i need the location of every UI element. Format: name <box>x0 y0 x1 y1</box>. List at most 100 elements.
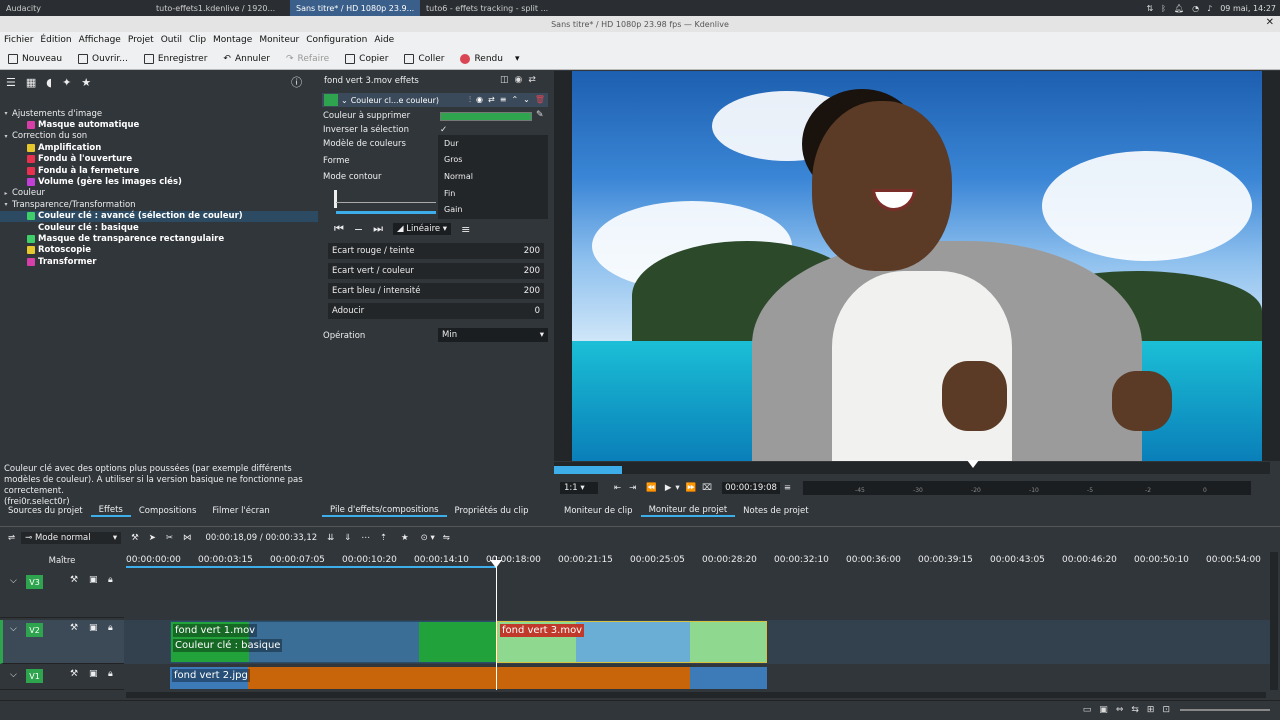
tab-effect-stack[interactable]: Pile d'effets/compositions <box>322 505 447 517</box>
monitor-ruler[interactable] <box>554 462 1270 474</box>
option-gros[interactable]: Gros <box>438 152 548 169</box>
collapse-icon[interactable]: ⌄ <box>341 96 348 105</box>
menu-montage[interactable]: Montage <box>209 35 255 45</box>
list-icon[interactable]: ☰ <box>6 76 16 89</box>
custom-icon[interactable]: ✦ <box>62 76 71 89</box>
effect-header[interactable]: ⌄ Couleur cl...e couleur) ⫶ ◉ ⇄ ≡ ⌃ ⌄ 🗑︎ <box>322 93 548 107</box>
compare-icon[interactable]: ⇄ <box>488 95 495 105</box>
tab-project-notes[interactable]: Notes de projet <box>735 506 816 516</box>
slider-value[interactable]: 200 <box>524 266 540 276</box>
menu-clip[interactable]: Clip <box>185 35 209 45</box>
lock-icon[interactable]: 🔒︎ <box>108 669 113 679</box>
tree-category[interactable]: ▾ Correction du son <box>0 131 318 142</box>
taskbar-item-kdenlive[interactable]: Sans titre* / HD 1080p 23.9... <box>290 0 420 16</box>
set-out-icon[interactable]: ⇥ <box>629 483 636 493</box>
fit-icon[interactable]: ⇔ <box>1116 705 1124 715</box>
copy-button[interactable]: Copier <box>337 48 396 70</box>
undo-button[interactable]: ↶ Annuler <box>215 48 278 70</box>
clip-fond-vert-1[interactable]: fond vert 1.mov Couleur clé : basique <box>170 621 497 663</box>
lock-icon[interactable]: 🔒︎ <box>108 575 113 585</box>
volume-icon[interactable]: ♪ <box>1207 4 1212 13</box>
clip-fond-vert-3[interactable]: fond vert 3.mov <box>497 621 767 663</box>
effect-icon[interactable]: ⚒ <box>70 575 78 585</box>
snap-icon[interactable]: ⊙ ▾ <box>421 533 435 543</box>
eyedropper-icon[interactable]: ✎ <box>536 110 544 120</box>
menu-affichage[interactable]: Affichage <box>75 35 124 45</box>
operation-select[interactable]: Min ▾ <box>438 328 548 342</box>
menu-fichier[interactable]: Fichier <box>0 35 36 45</box>
track-header-v2[interactable]: ⌵ V2 ⚒ ▣ 🔒︎ <box>0 620 124 664</box>
track-header-v3[interactable]: ⌵ V3 ⚒ ▣ 🔒︎ <box>0 572 124 618</box>
menu-edition[interactable]: Édition <box>36 35 74 45</box>
tree-category[interactable]: ▾ Ajustements d'image <box>0 108 318 119</box>
timeline-playhead[interactable] <box>496 556 497 690</box>
enable-checkbox[interactable] <box>324 94 338 106</box>
tab-project-monitor[interactable]: Moniteur de projet <box>640 505 736 517</box>
menu-configuration[interactable]: Configuration <box>302 35 370 45</box>
tree-effect-item[interactable]: Fondu à la fermeture <box>0 165 318 176</box>
slider-value[interactable]: 200 <box>524 286 540 296</box>
tab-screen-grab[interactable]: Filmer l'écran <box>204 506 277 516</box>
razor-icon[interactable]: ⚒ <box>131 533 139 543</box>
timecode[interactable]: 00:00:19:08 <box>722 482 780 494</box>
collapse-icon[interactable]: ⌵ <box>10 670 17 680</box>
effect-icon[interactable]: ⚒ <box>70 623 78 633</box>
track-v3[interactable] <box>124 572 1270 618</box>
tree-category[interactable]: ▾ Transparence/Transformation <box>0 199 318 210</box>
menu-aide[interactable]: Aide <box>370 35 397 45</box>
menu-icon[interactable]: ≡ <box>784 483 791 493</box>
video-icon[interactable]: ▦ <box>26 76 36 89</box>
menu-icon[interactable]: ≡ <box>461 223 470 236</box>
select-tool-icon[interactable]: ➤ <box>149 533 156 543</box>
paste-button[interactable]: Coller <box>396 48 452 70</box>
spacer-tool-icon[interactable]: ⋈ <box>183 533 192 543</box>
tree-effect-item[interactable]: Amplification <box>0 142 318 153</box>
video-icon[interactable]: ▣ <box>89 669 98 679</box>
option-gain[interactable]: Gain <box>438 201 548 218</box>
render-button[interactable]: Rendu ▾ <box>452 48 527 70</box>
track-label[interactable]: V2 <box>26 623 43 637</box>
notification-icon[interactable]: 🔔︎ <box>1174 4 1184 13</box>
set-in-icon[interactable]: ⇤ <box>614 483 621 493</box>
taskbar-item-audacity[interactable]: Audacity <box>0 0 150 16</box>
option-fin[interactable]: Fin <box>438 185 548 202</box>
play-icon[interactable]: ▶ <box>665 483 672 493</box>
monitor-zone[interactable] <box>554 466 622 474</box>
eye-icon[interactable]: ◉ <box>515 75 523 85</box>
edge-mode-dropdown[interactable]: Dur Gros Normal Fin Gain <box>438 135 548 219</box>
down-icon[interactable]: ⌄ <box>523 95 530 105</box>
track-menu-icon[interactable]: ⇌ <box>8 533 15 543</box>
delete-icon[interactable]: 🗑︎ <box>535 95 545 105</box>
tab-project-sources[interactable]: Sources du projet <box>0 506 91 516</box>
expand-icon[interactable]: ▾ <box>0 110 12 117</box>
color-swatch[interactable] <box>440 112 532 121</box>
redo-button[interactable]: ↷ Refaire <box>278 48 337 70</box>
tab-compositions[interactable]: Compositions <box>131 506 205 516</box>
close-icon[interactable]: ✕ <box>1266 17 1274 28</box>
track-header-v1[interactable]: ⌵ V1 ⚒ ▣ 🔒︎ <box>0 666 124 690</box>
expand-icon[interactable]: ▸ <box>0 190 12 197</box>
new-button[interactable]: Nouveau <box>0 48 70 70</box>
tree-effect-item[interactable]: Couleur clé : basique <box>0 222 318 233</box>
slider-red-gap[interactable]: Ecart rouge / teinte 200 <box>328 243 544 259</box>
zoom-fit-icon[interactable]: ▭ <box>1083 705 1092 715</box>
rewind-icon[interactable]: ⏪ <box>646 483 657 493</box>
expand-icon[interactable]: ▾ <box>0 201 12 208</box>
tab-clip-properties[interactable]: Propriétés du clip <box>447 506 537 516</box>
info-icon[interactable]: ⓘ <box>291 74 302 90</box>
effect-icon[interactable]: ⚒ <box>70 669 78 679</box>
menu-projet[interactable]: Projet <box>124 35 157 45</box>
tree-effect-item[interactable]: Masque de transparence rectangulaire <box>0 233 318 244</box>
next-keyframe-icon[interactable]: ⏭ <box>373 222 383 236</box>
open-button[interactable]: Ouvrir... <box>70 48 136 70</box>
chevron-down-icon[interactable]: ▾ <box>675 483 679 493</box>
split-icon[interactable]: ◫ <box>500 75 509 85</box>
tree-effect-item[interactable]: Fondu à l'ouverture <box>0 154 318 165</box>
clip-fond-vert-2[interactable]: fond vert 2.jpg <box>170 667 767 689</box>
taskbar-item-tuto6[interactable]: tuto6 - effets tracking - split ... <box>420 0 560 16</box>
lock-icon[interactable]: 🔒︎ <box>108 623 113 633</box>
insert-icon[interactable]: ⇊ <box>327 533 334 543</box>
track-label[interactable]: V3 <box>26 575 43 589</box>
project-monitor-video[interactable] <box>572 71 1262 461</box>
collapse-icon[interactable]: ⌵ <box>10 576 17 586</box>
